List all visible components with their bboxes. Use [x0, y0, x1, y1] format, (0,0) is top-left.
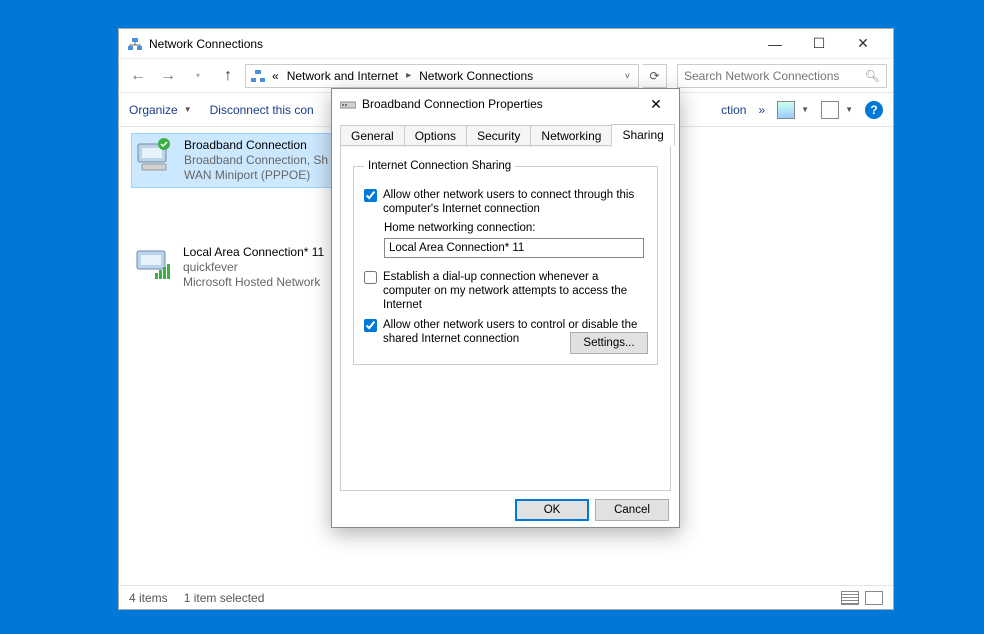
connection-status: Broadband Connection, Sh [184, 153, 328, 168]
back-button[interactable]: ← [125, 63, 151, 89]
cancel-button[interactable]: Cancel [595, 499, 669, 521]
dialog-titlebar[interactable]: Broadband Connection Properties ✕ [332, 89, 679, 119]
status-selection: 1 item selected [184, 591, 265, 605]
close-button[interactable]: ✕ [841, 30, 885, 58]
breadcrumb[interactable]: « Network and Internet ▸ Network Connect… [245, 64, 639, 88]
tab-sharing[interactable]: Sharing [611, 124, 674, 146]
chevron-down-icon[interactable]: ˅ [621, 71, 634, 81]
recent-dropdown[interactable]: ▾ [185, 63, 211, 89]
connection-device: WAN Miniport (PPPOE) [184, 168, 328, 183]
settings-button[interactable]: Settings... [570, 332, 648, 354]
disconnect-button[interactable]: Disconnect this con [210, 103, 314, 117]
establish-dialup-label: Establish a dial-up connection whenever … [383, 270, 647, 312]
view-icons-button[interactable] [865, 591, 883, 605]
network-icon [250, 68, 266, 84]
connection-name: Broadband Connection [184, 138, 328, 153]
home-connection-label: Home networking connection: [384, 222, 647, 234]
preview-pane-button[interactable]: ▼ [821, 101, 853, 119]
connection-menu-tail[interactable]: ction [721, 103, 746, 117]
forward-button[interactable]: → [155, 63, 181, 89]
connection-status: quickfever [183, 260, 324, 275]
lan-icon [135, 245, 175, 281]
search-icon[interactable]: 🔍︎ [865, 69, 880, 83]
tabs: General Options Security Networking Shar… [332, 119, 679, 145]
connection-name: Local Area Connection* 11 [183, 245, 324, 260]
statusbar: 4 items 1 item selected [119, 585, 893, 609]
view-details-button[interactable] [841, 591, 859, 605]
tab-body-sharing: Internet Connection Sharing Allow other … [340, 145, 671, 491]
tab-networking[interactable]: Networking [530, 125, 612, 147]
window-title: Network Connections [149, 37, 753, 51]
titlebar[interactable]: Network Connections ― ☐ ✕ [119, 29, 893, 59]
breadcrumb-parent[interactable]: Network and Internet [283, 69, 402, 83]
view-large-button[interactable]: ▼ [777, 101, 809, 119]
dialog-title: Broadband Connection Properties [362, 97, 641, 111]
tab-general[interactable]: General [340, 125, 405, 147]
maximize-button[interactable]: ☐ [797, 30, 841, 58]
tab-security[interactable]: Security [466, 125, 531, 147]
breadcrumb-current[interactable]: Network Connections [415, 69, 537, 83]
refresh-button[interactable]: ⟳ [643, 64, 667, 88]
properties-dialog: Broadband Connection Properties ✕ Genera… [331, 88, 680, 528]
help-button[interactable]: ? [865, 101, 883, 119]
broadband-icon [136, 138, 176, 174]
dialog-close-button[interactable]: ✕ [641, 92, 671, 116]
search-input[interactable] [684, 69, 865, 83]
network-icon [127, 36, 143, 52]
search-box[interactable]: 🔍︎ [677, 64, 887, 88]
minimize-button[interactable]: ― [753, 30, 797, 58]
allow-control-checkbox[interactable] [364, 319, 377, 332]
ok-button[interactable]: OK [515, 499, 589, 521]
modem-icon [340, 98, 356, 110]
status-item-count: 4 items [129, 591, 168, 605]
establish-dialup-checkbox[interactable] [364, 271, 377, 284]
connection-device: Microsoft Hosted Network [183, 275, 324, 290]
more-chevron[interactable]: » [758, 103, 765, 117]
ics-legend: Internet Connection Sharing [364, 160, 515, 172]
home-connection-value: Local Area Connection* 11 [389, 242, 524, 254]
chevron-right-icon: ▸ [402, 70, 415, 81]
breadcrumb-prefix[interactable]: « [268, 69, 283, 83]
organize-menu[interactable]: Organize▼ [129, 103, 192, 117]
tab-options[interactable]: Options [404, 125, 467, 147]
dialog-button-row: OK Cancel [332, 491, 679, 529]
up-button[interactable]: ↑ [215, 63, 241, 89]
allow-connect-checkbox[interactable] [364, 189, 377, 202]
allow-connect-label: Allow other network users to connect thr… [383, 188, 647, 216]
home-connection-combo[interactable]: Local Area Connection* 11 [384, 238, 644, 258]
